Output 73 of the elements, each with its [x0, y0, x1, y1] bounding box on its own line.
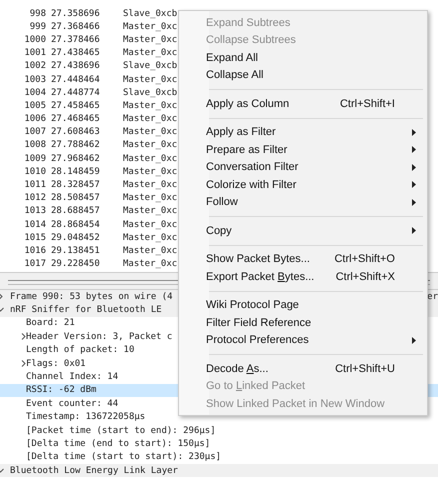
table-cell-text: 27.358696	[51, 8, 101, 19]
tree-row-text: [Delta time (start to start): 230µs]	[26, 452, 222, 462]
table-cell: Slave_0xcb	[123, 8, 178, 19]
table-cell-text: 1000	[23, 34, 46, 45]
tree-row-text: Timestamp: 136722058µs	[26, 412, 146, 422]
tree-row-text: Flags: 0x01	[26, 358, 86, 369]
table-cell-text: 27.448774	[51, 88, 101, 98]
table-cell-text: 27.788462	[51, 140, 101, 150]
table-cell-text: 1003	[23, 74, 46, 85]
table-cell-text: 1017	[23, 259, 46, 270]
table-cell-text: 29.048452	[51, 232, 101, 243]
table-cell: Slave_0xcb	[123, 88, 178, 98]
tree-row-text: nRF Sniffer for Bluetooth LE	[10, 305, 162, 316]
table-cell: Master_0xc	[123, 140, 178, 150]
table-cell-text: 27.458465	[51, 100, 101, 111]
table-cell-text: 27.448464	[51, 74, 101, 85]
table-cell-text: 28.508457	[51, 193, 101, 204]
table-cell: Master_0xc	[123, 154, 178, 164]
tree-row-text: Frame 990: 53 bytes on wire (4	[10, 292, 173, 302]
table-cell: Master_0xc	[123, 232, 178, 243]
table-cell-text: 1006	[23, 114, 46, 124]
table-cell-text: 1007	[23, 127, 46, 138]
table-cell: Master_0xc	[123, 246, 178, 256]
table-cell-text: 1016	[23, 246, 46, 256]
table-cell: Master_0xc	[123, 22, 178, 32]
table-cell: Master_0xc	[123, 74, 178, 85]
table-cell-text: 1014	[23, 220, 46, 230]
table-cell-text: 1010	[23, 166, 46, 177]
table-cell-text: 27.438465	[51, 48, 101, 58]
table-cell-text: 29.228450	[51, 259, 101, 270]
table-cell-text: 29.138451	[51, 246, 101, 256]
table-cell-text: 1001	[23, 48, 46, 58]
table-cell-text: 1012	[23, 193, 46, 204]
table-cell-text: 27.968462	[51, 154, 101, 164]
tree-row-text: Channel Index: 14	[26, 372, 118, 382]
table-cell: Master_0xc	[123, 114, 178, 124]
table-cell: Master_0xc	[123, 180, 178, 190]
table-cell-text: 27.378466	[51, 34, 101, 45]
table-cell-text: 28.328457	[51, 180, 101, 190]
table-cell: Master_0xc	[123, 220, 178, 230]
table-cell-text: 27.468465	[51, 114, 101, 124]
table-cell: Master_0xc	[123, 34, 178, 45]
table-cell-text: 27.608463	[51, 127, 101, 138]
tree-row-text: RSSI: -62 dBm	[26, 385, 96, 396]
table-cell: Master_0xc	[123, 206, 178, 216]
tree-row-text: Header Version: 3, Packet c	[26, 332, 172, 342]
table-cell-text: 27.368466	[51, 22, 101, 32]
table-cell: Master_0xc	[123, 193, 178, 204]
table-cell: Master_0xc	[123, 166, 178, 177]
table-cell-text: 1013	[23, 206, 46, 216]
table-cell-text: 1005	[23, 100, 46, 111]
table-cell: Master_0xc	[123, 100, 178, 111]
table-cell-text: 1004	[23, 88, 46, 98]
tree-row-text: Length of packet: 10	[26, 345, 134, 356]
table-cell-text: 1009	[23, 154, 46, 164]
table-cell-text: 1015	[23, 232, 46, 243]
table-cell: Master_0xc	[123, 259, 178, 270]
table-cell-text: 28.868454	[51, 220, 101, 230]
tree-row-text: [Delta time (end to start): 150µs]	[26, 438, 210, 449]
table-cell-text: 28.148459	[51, 166, 101, 177]
table-cell-text: 1011	[23, 180, 46, 190]
table-cell-text: 999	[28, 22, 46, 32]
table-cell-text: 1002	[23, 61, 46, 72]
table-cell-text: 998	[28, 8, 46, 19]
table-cell-text: 27.438696	[51, 61, 101, 72]
table-cell: Master_0xc	[123, 127, 178, 138]
table-cell: Master_0xc	[123, 48, 178, 58]
tree-row-text: [Packet time (start to end): 296µs]	[26, 426, 216, 436]
table-cell-text: 1008	[23, 140, 46, 150]
tree-row-text: er	[427, 292, 438, 302]
table-cell-text: 28.688457	[51, 206, 101, 216]
table-cell: Slave_0xcb	[123, 61, 178, 72]
tree-row-text: Bluetooth Low Energy Link Layer	[10, 466, 178, 476]
